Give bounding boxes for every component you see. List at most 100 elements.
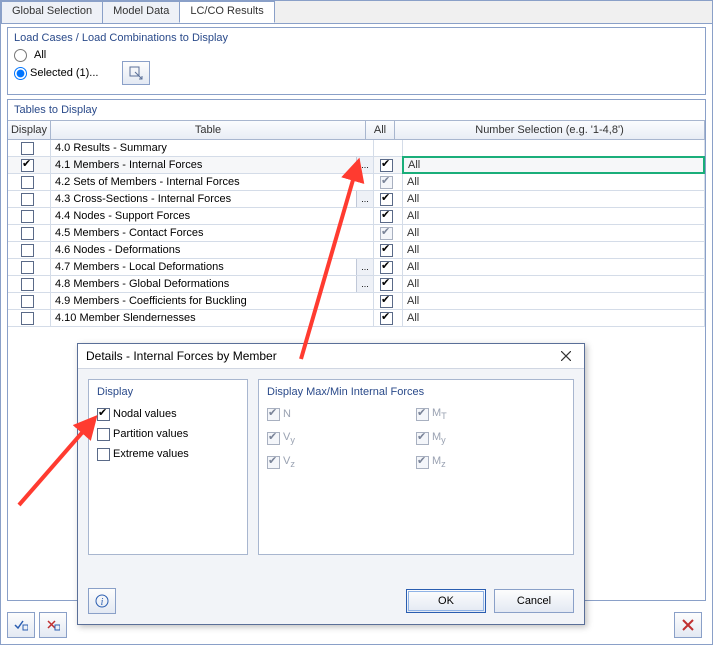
table-name: 4.6 Nodes - Deformations [55,244,180,256]
maxmin-group: Display Max/Min Internal Forces N MT Vy … [258,379,574,555]
check-all-button[interactable] [7,612,35,638]
selection-value: All [407,193,419,205]
table-row[interactable]: 4.8 Members - Global Deformations...All [8,276,705,293]
uncheck-all-button[interactable] [39,612,67,638]
dialog-close-button[interactable] [556,346,576,366]
selection-value: All [407,210,419,222]
table-name: 4.10 Member Slendernesses [55,312,196,324]
ok-button[interactable]: OK [406,589,486,613]
all-checkbox[interactable] [380,312,393,325]
all-checkbox[interactable] [380,193,393,206]
display-checkbox[interactable] [21,295,34,308]
load-cases-title: Load Cases / Load Combinations to Displa… [8,28,705,46]
all-checkbox[interactable] [380,261,393,274]
table-row[interactable]: 4.4 Nodes - Support Forces All [8,208,705,225]
table-row[interactable]: 4.6 Nodes - Deformations All [8,242,705,259]
grid-header: Display Table All Number Selection (e.g.… [8,121,705,140]
selection-value: All [408,159,420,171]
force-mz: Mz [416,452,565,472]
delete-icon [682,619,694,631]
all-checkbox[interactable] [380,244,393,257]
tab-model-data[interactable]: Model Data [102,1,180,23]
radio-selected[interactable]: Selected (1)... [14,67,98,80]
force-mt-label: MT [432,407,447,421]
table-row[interactable]: 4.9 Members - Coefficients for BucklingA… [8,293,705,310]
all-checkbox[interactable] [380,227,393,240]
force-vz-label: Vz [283,455,295,469]
header-selection: Number Selection (e.g. '1-4,8') [395,121,705,139]
row-details-button[interactable]: ... [356,157,373,173]
close-icon [561,351,571,361]
display-checkbox[interactable] [21,159,34,172]
option-partition-label: Partition values [113,428,188,440]
header-table: Table [51,121,366,139]
table-row[interactable]: 4.1 Members - Internal Forces... All [8,157,705,174]
row-details-button[interactable]: ... [356,191,373,207]
table-row[interactable]: 4.5 Members - Contact Forces All [8,225,705,242]
selection-value: All [407,312,419,324]
force-n-label: N [283,408,291,420]
option-partition-values[interactable]: Partition values [97,424,239,444]
table-name: 4.5 Members - Contact Forces [55,227,204,239]
radio-all-label: All [34,49,46,61]
option-extreme-label: Extreme values [113,448,189,460]
display-checkbox[interactable] [21,244,34,257]
option-nodal-label: Nodal values [113,408,177,420]
dialog-titlebar: Details - Internal Forces by Member [78,344,584,369]
all-checkbox[interactable] [380,210,393,223]
cancel-button[interactable]: Cancel [494,589,574,613]
check-all-icon [14,619,28,631]
display-checkbox[interactable] [21,176,34,189]
all-checkbox[interactable] [380,295,393,308]
table-row[interactable]: 4.0 Results - Summary [8,140,705,157]
help-button[interactable]: i [88,588,116,614]
all-checkbox[interactable] [380,278,393,291]
force-vy-label: Vy [283,431,295,445]
tables-grid: Display Table All Number Selection (e.g.… [8,120,705,327]
header-display: Display [8,121,51,139]
load-cases-panel: Load Cases / Load Combinations to Displa… [7,27,706,95]
display-checkbox[interactable] [21,261,34,274]
display-group-title: Display [97,386,239,398]
row-details-button[interactable]: ... [356,259,373,275]
selection-value: All [407,227,419,239]
table-row[interactable]: 4.3 Cross-Sections - Internal Forces...A… [8,191,705,208]
all-checkbox[interactable] [380,159,393,172]
tables-title: Tables to Display [8,100,705,118]
display-checkbox[interactable] [21,210,34,223]
radio-selected-label: Selected (1)... [30,67,98,79]
table-name: 4.8 Members - Global Deformations [55,278,229,290]
option-nodal-values[interactable]: Nodal values [97,404,239,424]
display-checkbox[interactable] [21,193,34,206]
display-checkbox[interactable] [21,142,34,155]
tab-global-selection[interactable]: Global Selection [1,1,103,23]
tab-lc-co-results[interactable]: LC/CO Results [179,1,274,23]
display-checkbox[interactable] [21,278,34,291]
force-vy: Vy [267,428,416,448]
radio-all[interactable]: All [14,46,46,64]
force-n: N [267,404,416,424]
table-row[interactable]: 4.2 Sets of Members - Internal ForcesAll [8,174,705,191]
table-row[interactable]: 4.10 Member Slendernesses All [8,310,705,327]
pick-load-cases-button[interactable] [122,61,150,85]
table-name: 4.1 Members - Internal Forces [55,159,202,171]
option-extreme-values[interactable]: Extreme values [97,444,239,464]
force-my: My [416,428,565,448]
all-checkbox[interactable] [380,176,393,189]
table-row[interactable]: 4.7 Members - Local Deformations...All [8,259,705,276]
display-checkbox[interactable] [21,227,34,240]
maxmin-group-title: Display Max/Min Internal Forces [267,386,565,398]
table-name: 4.4 Nodes - Support Forces [55,210,190,222]
selection-value: All [407,176,419,188]
table-name: 4.0 Results - Summary [55,142,167,154]
force-mz-label: Mz [432,455,446,469]
display-checkbox[interactable] [21,312,34,325]
row-details-button[interactable]: ... [356,276,373,292]
table-name: 4.9 Members - Coefficients for Buckling [55,295,247,307]
table-name: 4.7 Members - Local Deformations [55,261,224,273]
dialog-title: Details - Internal Forces by Member [86,349,277,363]
header-all: All [366,121,395,139]
delete-button[interactable] [674,612,702,638]
display-group: Display Nodal values Partition values Ex… [88,379,248,555]
selection-value: All [407,244,419,256]
